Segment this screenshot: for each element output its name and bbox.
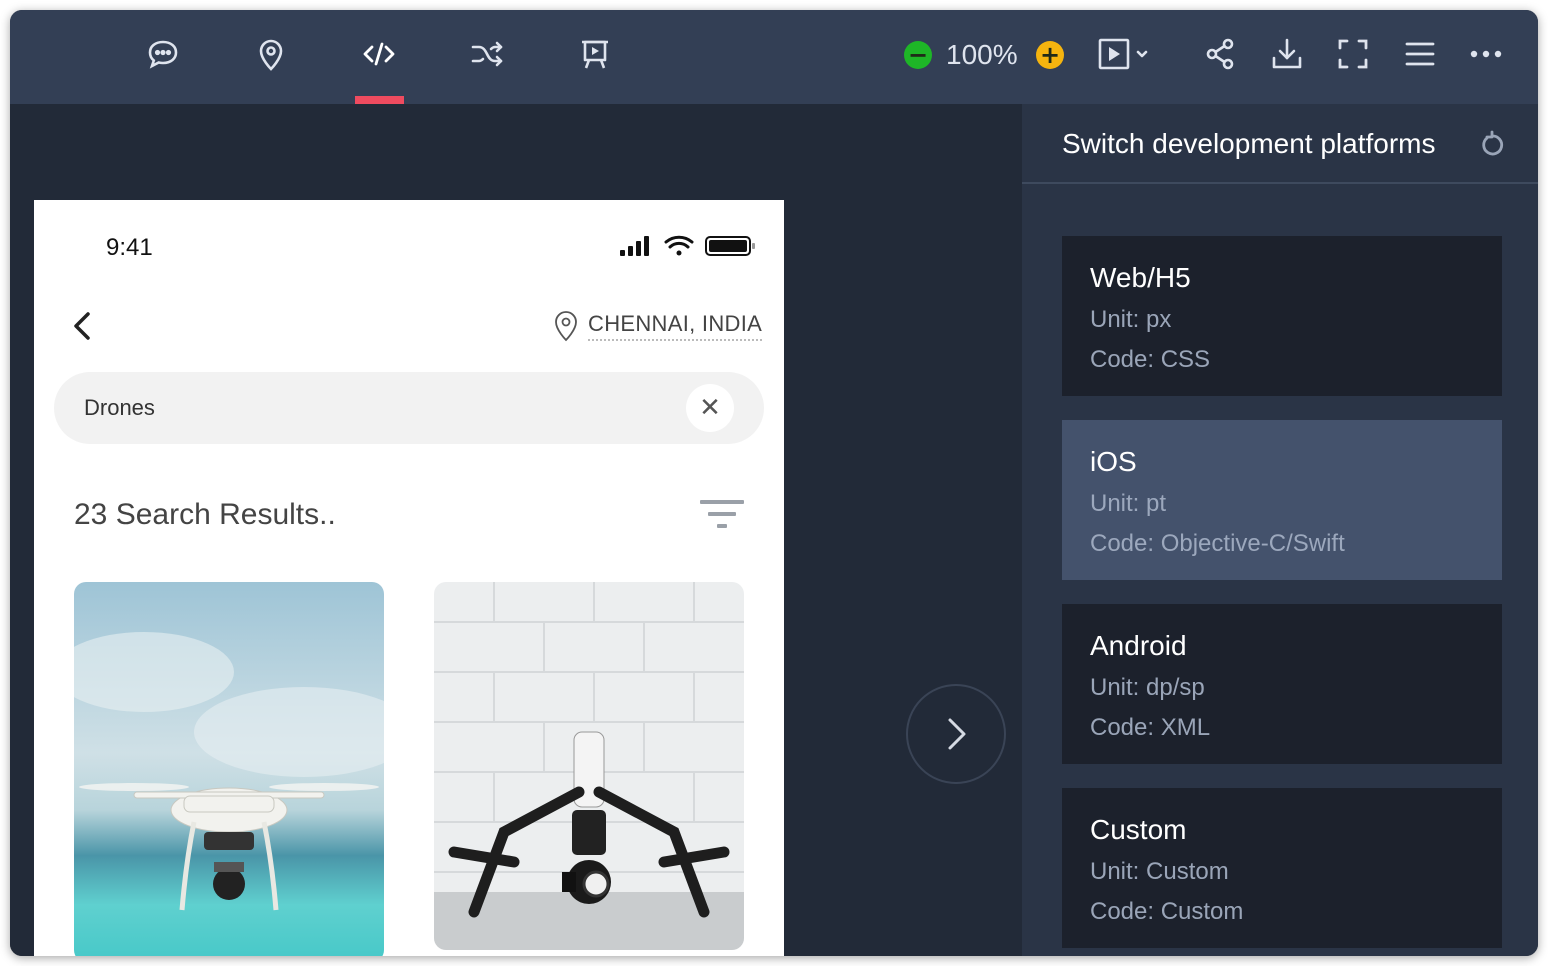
- search-bar: ✕: [54, 372, 764, 444]
- platform-option-android[interactable]: Android Unit: dp/sp Code: XML: [1062, 604, 1502, 764]
- platform-code: Code: Objective-C/Swift: [1090, 530, 1345, 557]
- platform-option-ios[interactable]: iOS Unit: pt Code: Objective-C/Swift: [1062, 420, 1502, 580]
- platform-name: Web/H5: [1090, 262, 1191, 293]
- app-window: − 100% + 9:41 CHENNAI, INDIA Drones ✕ 23…: [10, 10, 1538, 956]
- platform-unit: Unit: Custom: [1090, 858, 1229, 885]
- platform-code: Code: CSS: [1090, 346, 1211, 373]
- location-label: CHENNAI, INDIA: [588, 311, 763, 341]
- minus-icon: −: [907, 41, 929, 69]
- chevron-right-icon: [948, 718, 966, 750]
- platform-name: Android: [1090, 630, 1187, 661]
- reset-icon[interactable]: [1478, 130, 1506, 158]
- search-input[interactable]: [84, 392, 644, 424]
- platform-unit: Unit: dp/sp: [1090, 674, 1205, 701]
- product-card[interactable]: [434, 582, 744, 950]
- menu-icon[interactable]: [1400, 32, 1440, 76]
- platform-code: Code: XML: [1090, 714, 1211, 741]
- play-icon[interactable]: [1096, 32, 1152, 76]
- platform-name: Custom: [1090, 814, 1187, 845]
- code-icon[interactable]: [359, 32, 399, 76]
- status-bar-icons: [620, 235, 755, 256]
- shuffle-icon[interactable]: [467, 32, 507, 76]
- zoom-out-button[interactable]: −: [904, 41, 932, 69]
- download-icon[interactable]: [1267, 32, 1307, 76]
- clear-search-button[interactable]: ✕: [686, 384, 734, 432]
- active-tab-indicator: [355, 96, 404, 104]
- close-icon: ✕: [699, 393, 721, 423]
- platform-option-custom[interactable]: Custom Unit: Custom Code: Custom: [1062, 788, 1502, 948]
- design-canvas: 9:41 CHENNAI, INDIA Drones ✕ 23 Search R…: [10, 104, 1022, 956]
- location-selector[interactable]: CHENNAI, INDIA: [554, 308, 763, 344]
- top-toolbar: − 100% +: [10, 10, 1538, 104]
- presentation-icon[interactable]: [575, 32, 615, 76]
- results-count: 23 Search Results..: [74, 498, 336, 531]
- platform-unit: Unit: pt: [1090, 490, 1167, 517]
- share-icon[interactable]: [1200, 32, 1240, 76]
- filter-icon[interactable]: [698, 498, 746, 530]
- platform-option-web[interactable]: Web/H5 Unit: px Code: CSS: [1062, 236, 1502, 396]
- plus-icon: +: [1039, 41, 1061, 69]
- more-icon[interactable]: [1466, 32, 1506, 76]
- location-pin-icon: [555, 311, 577, 342]
- platform-panel: Switch development platforms Web/H5 Unit…: [1022, 104, 1538, 956]
- fullscreen-icon[interactable]: [1333, 32, 1373, 76]
- comment-icon[interactable]: [143, 32, 183, 76]
- battery-icon: [705, 236, 755, 256]
- signal-icon: [620, 236, 649, 256]
- platform-unit: Unit: px: [1090, 306, 1172, 333]
- phone-artboard: 9:41 CHENNAI, INDIA Drones ✕ 23 Search R…: [34, 200, 784, 956]
- platform-name: iOS: [1090, 446, 1137, 477]
- panel-header: Switch development platforms: [1022, 104, 1538, 184]
- wifi-icon: [664, 235, 694, 256]
- location-pin-icon[interactable]: [251, 32, 291, 76]
- platform-code: Code: Custom: [1090, 898, 1244, 925]
- drone-image-white: [74, 582, 384, 956]
- product-card[interactable]: [74, 582, 384, 956]
- back-chevron-icon[interactable]: [70, 308, 94, 344]
- status-time: 9:41: [106, 234, 153, 261]
- zoom-in-button[interactable]: +: [1036, 41, 1064, 69]
- drone-image-black: [434, 582, 744, 950]
- next-screen-button[interactable]: [906, 684, 1006, 784]
- zoom-level: 100%: [946, 39, 1018, 70]
- panel-title: Switch development platforms: [1062, 128, 1436, 159]
